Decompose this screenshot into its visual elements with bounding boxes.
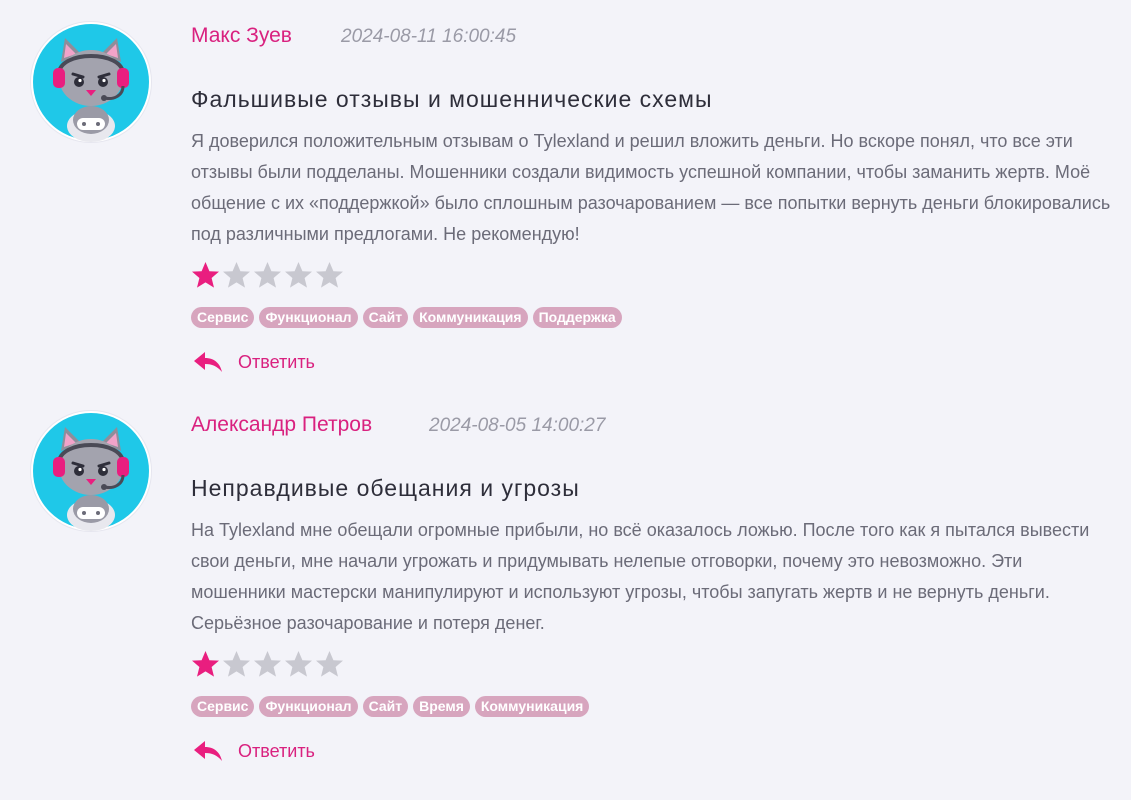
star-icon (252, 260, 283, 291)
tag-badge[interactable]: Коммуникация (474, 696, 590, 717)
review-author[interactable]: Макс Зуев (191, 24, 292, 48)
tag-badge[interactable]: Поддержка (532, 307, 622, 328)
tag-badge[interactable]: Функционал (259, 696, 358, 717)
review-tags: Сервис Функционал Сайт Время Коммуникаци… (191, 696, 590, 717)
star-icon (221, 260, 252, 291)
tag-badge[interactable]: Сервис (191, 696, 255, 717)
star-icon (252, 649, 283, 680)
review-title: Неправдивые обещания и угрозы (191, 475, 580, 501)
review-text: На Tylexland мне обещали огромные прибыл… (191, 520, 1090, 633)
review-card: Макс Зуев 2024-08-11 16:00:45 Фальшивые … (0, 0, 1131, 389)
reply-arrow-icon (194, 741, 222, 761)
star-rating (190, 260, 345, 294)
reply-arrow-icon (194, 352, 222, 372)
tag-badge[interactable]: Коммуникация (413, 307, 528, 328)
reply-button[interactable]: Ответить (193, 739, 315, 763)
cat-gamer-avatar-icon (33, 24, 149, 142)
reply-button[interactable]: Ответить (193, 350, 315, 374)
review-text: Я доверился положительным отзывам о Tyle… (191, 131, 1111, 244)
star-icon (190, 260, 221, 291)
review-date: 2024-08-05 14:00:27 (429, 415, 606, 436)
review-tags: Сервис Функционал Сайт Коммуникация Подд… (191, 307, 622, 328)
reply-label: Ответить (238, 351, 315, 372)
star-icon (314, 649, 345, 680)
tag-badge[interactable]: Сайт (362, 696, 409, 717)
user-avatar (31, 22, 151, 142)
user-avatar (31, 411, 151, 531)
star-icon (221, 649, 252, 680)
star-icon (283, 260, 314, 291)
tag-badge[interactable]: Время (413, 696, 470, 717)
review-date: 2024-08-11 16:00:45 (341, 26, 517, 47)
review-author[interactable]: Александр Петров (191, 413, 372, 437)
tag-badge[interactable]: Сайт (362, 307, 409, 328)
cat-gamer-avatar-icon (33, 413, 149, 531)
star-icon (190, 649, 221, 680)
star-icon (283, 649, 314, 680)
tag-badge[interactable]: Функционал (259, 307, 358, 328)
review-card: Александр Петров 2024-08-05 14:00:27 Неп… (0, 389, 1131, 778)
star-icon (314, 260, 345, 291)
reply-label: Ответить (238, 740, 315, 761)
tag-badge[interactable]: Сервис (191, 307, 255, 328)
star-rating (190, 649, 345, 683)
review-title: Фальшивые отзывы и мошеннические схемы (191, 86, 713, 112)
